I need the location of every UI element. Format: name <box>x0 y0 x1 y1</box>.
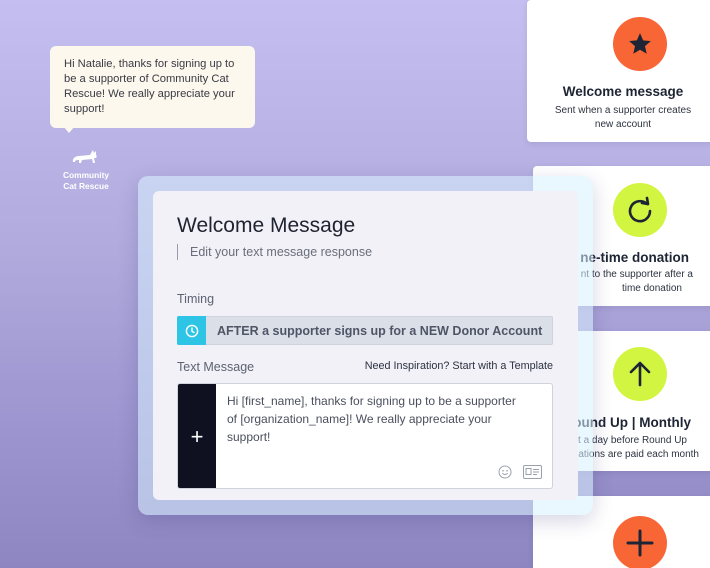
org-logo: Community Cat Rescue <box>54 145 118 191</box>
template-link[interactable]: Need Inspiration? Start with a Template <box>365 360 553 372</box>
card-title: Welcome message <box>562 84 684 99</box>
arrow-up-icon <box>613 347 667 401</box>
page-subtitle: Edit your text message response <box>177 244 372 260</box>
timing-select[interactable]: AFTER a supporter signs up for a NEW Don… <box>177 316 553 345</box>
star-icon <box>613 17 667 71</box>
timing-value: AFTER a supporter signs up for a NEW Don… <box>217 323 543 338</box>
card-description: Sent when a supporter creates new accoun… <box>554 105 692 130</box>
org-name-line2: Cat Rescue <box>63 180 109 191</box>
sms-preview-bubble: Hi Natalie, thanks for signing up to be … <box>50 46 255 128</box>
clock-icon <box>177 316 206 345</box>
add-button[interactable]: + <box>178 384 216 488</box>
page-title: Welcome Message <box>177 214 356 237</box>
org-name-line1: Community <box>62 170 110 180</box>
refresh-icon <box>613 183 667 237</box>
bubble-tail <box>63 126 75 133</box>
cat-icon <box>72 150 97 163</box>
message-textarea[interactable]: Hi [first_name], thanks for signing up t… <box>227 392 527 446</box>
welcome-message-editor: Welcome Message Edit your text message r… <box>153 191 578 500</box>
contact-card-icon[interactable] <box>523 465 542 479</box>
text-message-editor[interactable]: + Hi [first_name], thanks for signing up… <box>177 383 553 489</box>
trigger-card-welcome[interactable]: Welcome message Sent when a supporter cr… <box>527 0 710 142</box>
plus-icon <box>613 516 667 568</box>
smiley-icon[interactable] <box>498 465 512 479</box>
sms-preview-text: Hi Natalie, thanks for signing up to be … <box>64 58 235 115</box>
timing-label: Timing <box>177 292 215 306</box>
plus-icon: + <box>190 424 204 449</box>
text-message-label: Text Message <box>177 360 255 374</box>
